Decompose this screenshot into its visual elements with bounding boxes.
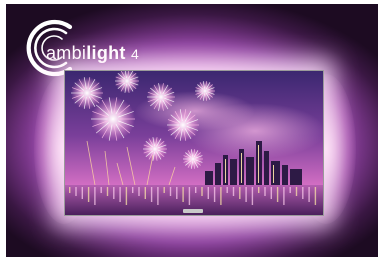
water-reflection [182,187,184,202]
ambilight-scene: ambilight 4 [6,4,378,257]
water-reflection [119,187,121,202]
logo-text: ambilight 4 [46,43,139,64]
tv-screen [64,70,324,216]
water-reflection [302,187,304,199]
water-reflection [220,187,222,205]
water-reflection [295,187,298,196]
water-reflection [69,187,71,193]
water-reflection [81,187,83,199]
water-reflection [169,187,172,196]
fireworks-image [65,71,323,215]
water-reflection [308,187,310,202]
water-reflection [245,187,247,202]
water-reflection [144,187,146,199]
water-reflection [289,187,291,193]
water-reflection [106,187,109,196]
water-reflection [188,187,191,205]
logo-number: 4 [131,46,140,62]
water-reflection [138,187,140,196]
water-reflection [163,187,165,193]
water-reflection [100,187,102,193]
water-reflection [157,187,159,205]
water-reflection [176,187,178,199]
water-reflection [251,187,254,205]
water-reflection [258,187,260,193]
water-reflection [94,187,96,205]
water-reflection [113,187,115,199]
water-reflection [201,187,203,196]
water-reflection [239,187,241,199]
water-reflection [264,187,266,196]
water-reflection [314,187,317,205]
water-reflection [195,187,197,193]
water-reflection [226,187,228,193]
water-reflection [132,187,134,193]
logo-word: light [86,43,126,63]
tv-stand [183,209,203,213]
water-reflection [283,187,285,205]
water-reflection [87,187,90,202]
water-reflection [232,187,235,196]
water-reflection [213,187,216,202]
water-reflection [75,187,77,196]
water-reflection [125,187,128,205]
water-reflection [270,187,272,199]
water-reflection [207,187,209,199]
water-reflection [150,187,153,202]
water-reflection [276,187,279,202]
logo-prefix: ambi [46,43,87,63]
